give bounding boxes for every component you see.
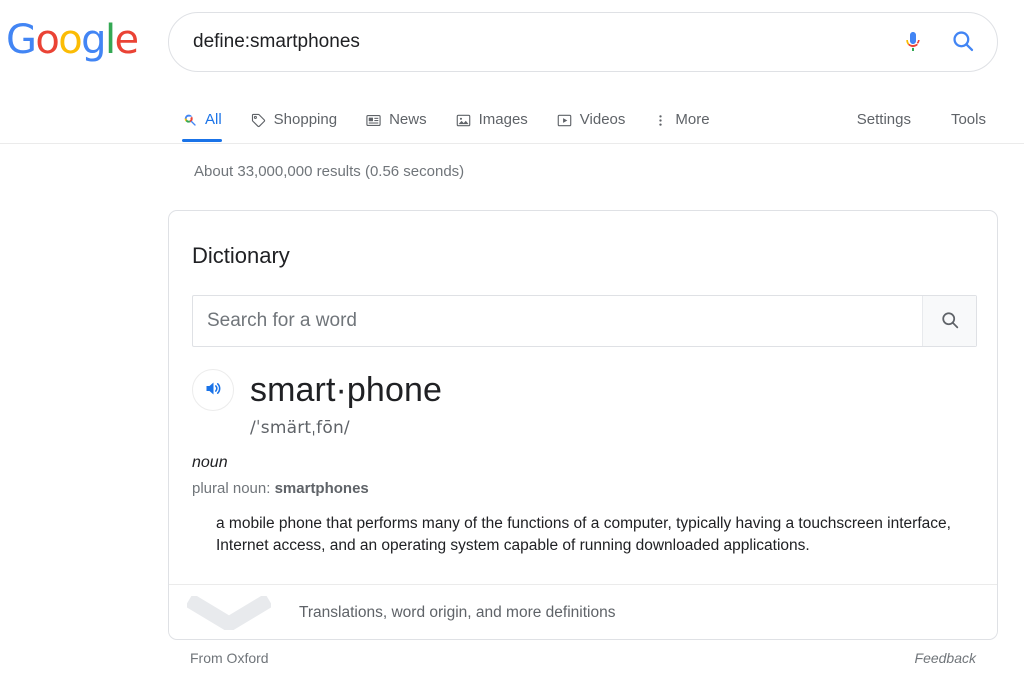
tab-all[interactable]: All — [182, 98, 222, 142]
microphone-button[interactable] — [891, 20, 935, 64]
dictionary-card: Dictionary Search for a word smart·phone… — [168, 210, 998, 640]
definition-text: a mobile phone that performs many of the… — [216, 515, 951, 554]
speaker-icon — [203, 378, 224, 402]
google-search-results-page: Google define:smartphones All Shopping N… — [0, 0, 1024, 683]
plural-form-row: plural noun: smartphones — [192, 480, 369, 497]
settings-button[interactable]: Settings — [857, 98, 911, 142]
tab-news[interactable]: News — [365, 98, 427, 142]
word-search-box[interactable] — [192, 295, 977, 347]
headword-row: smart·phone — [192, 369, 442, 411]
word-search-button[interactable] — [922, 296, 976, 346]
search-tabs-bar: All Shopping News Images Videos More Set… — [0, 98, 1024, 144]
search-tabs: All Shopping News Images Videos More — [182, 98, 738, 142]
tag-icon — [250, 112, 267, 129]
card-footer: From Oxford Feedback — [168, 645, 998, 675]
result-stats: About 33,000,000 results (0.56 seconds) — [194, 163, 465, 180]
search-icon — [939, 309, 961, 334]
tab-images[interactable]: Images — [455, 98, 528, 142]
logo-letter-o1: o — [35, 17, 59, 63]
logo-letter-l: l — [104, 17, 116, 63]
word-search-input[interactable] — [193, 296, 922, 346]
tab-news-label: News — [389, 111, 427, 128]
google-logo[interactable]: Google — [6, 17, 139, 63]
expand-more-definitions-row[interactable]: Translations, word origin, and more defi… — [169, 585, 997, 639]
expand-more-definitions-label: Translations, word origin, and more defi… — [299, 604, 616, 621]
tools-button[interactable]: Tools — [951, 98, 986, 142]
part-of-speech: noun — [192, 454, 228, 471]
image-icon — [455, 112, 472, 129]
logo-letter-g1: G — [6, 17, 37, 63]
search-icon — [182, 112, 198, 128]
search-bar[interactable] — [168, 12, 998, 72]
logo-letter-g2: g — [81, 17, 106, 63]
dictionary-title: Dictionary — [192, 243, 290, 268]
feedback-link[interactable]: Feedback — [915, 650, 976, 666]
search-input[interactable] — [169, 13, 891, 71]
tab-all-label: All — [205, 111, 222, 128]
pronunciation-audio-button[interactable] — [192, 369, 234, 411]
plural-label: plural noun: — [192, 480, 271, 497]
microphone-icon — [901, 29, 925, 56]
headword: smart·phone — [250, 371, 442, 409]
plural-form: smartphones — [274, 480, 369, 497]
search-icon — [950, 28, 976, 57]
tab-more-label: More — [675, 111, 710, 128]
logo-letter-o2: o — [58, 17, 82, 63]
video-icon — [556, 112, 573, 129]
search-submit-button[interactable] — [935, 20, 991, 64]
newspaper-icon — [365, 112, 382, 129]
phonetic-transcription: /ˈsmärtˌfōn/ — [250, 418, 350, 438]
tab-images-label: Images — [478, 111, 528, 128]
source-attribution: From Oxford — [190, 650, 269, 666]
tab-shopping-label: Shopping — [273, 111, 338, 128]
more-vertical-icon — [653, 112, 668, 129]
tools-group: Settings Tools — [817, 98, 986, 142]
page-header: Google define:smartphones All Shopping N… — [0, 0, 1024, 144]
chevron-down-icon — [187, 596, 271, 630]
tab-videos[interactable]: Videos — [556, 98, 626, 142]
tab-more[interactable]: More — [653, 98, 710, 142]
tab-videos-label: Videos — [579, 111, 626, 128]
logo-letter-e: e — [114, 17, 139, 63]
tab-shopping[interactable]: Shopping — [250, 98, 337, 142]
